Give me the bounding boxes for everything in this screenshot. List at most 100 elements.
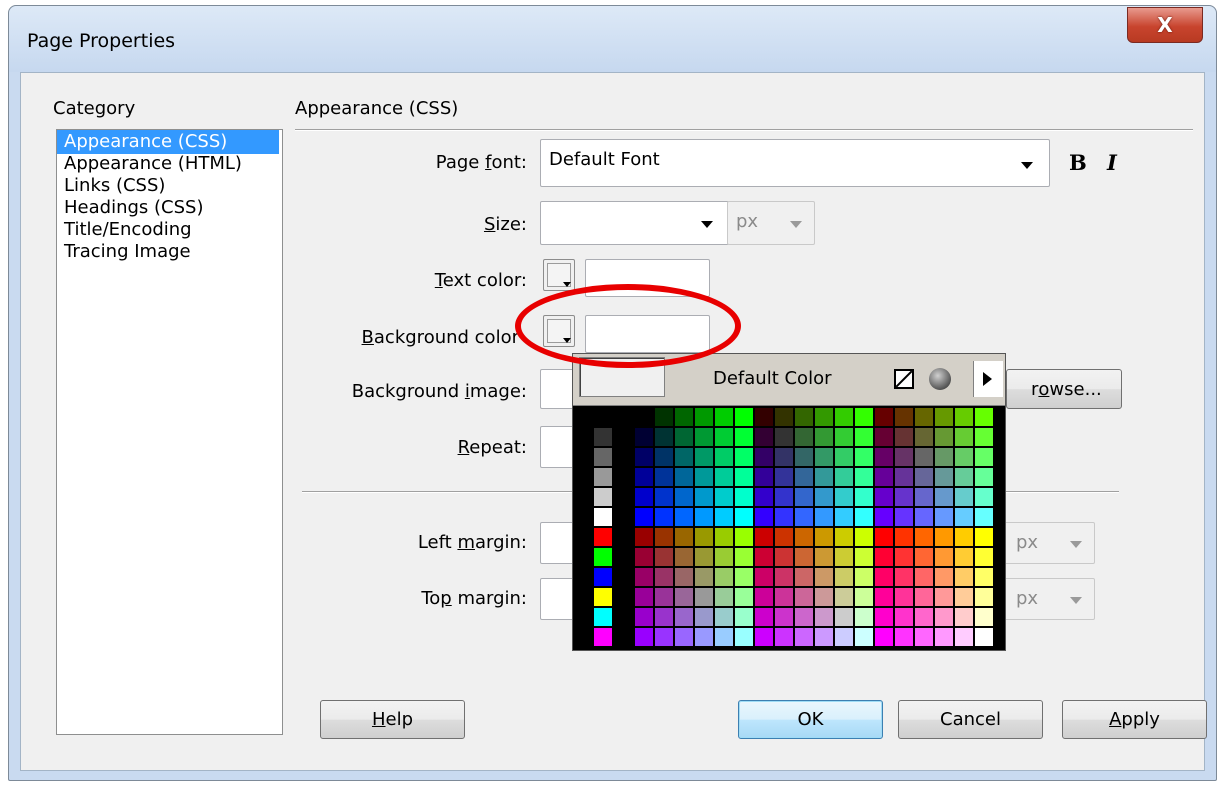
top-margin-unit-select[interactable]: px: [1003, 578, 1095, 620]
color-swatch[interactable]: [675, 548, 693, 566]
color-swatch[interactable]: [895, 428, 913, 446]
default-color-label[interactable]: Default Color: [713, 368, 832, 389]
color-swatch[interactable]: [675, 448, 693, 466]
color-swatch[interactable]: [835, 508, 853, 526]
color-swatch[interactable]: [775, 408, 793, 426]
color-swatch[interactable]: [835, 548, 853, 566]
color-swatch[interactable]: [735, 628, 753, 646]
color-swatch[interactable]: [715, 468, 733, 486]
color-swatch[interactable]: [895, 508, 913, 526]
color-swatch[interactable]: [775, 528, 793, 546]
color-swatch[interactable]: [935, 408, 953, 426]
close-button[interactable]: X: [1127, 7, 1203, 43]
color-swatch[interactable]: [735, 608, 753, 626]
color-swatch[interactable]: [875, 528, 893, 546]
color-swatch[interactable]: [775, 608, 793, 626]
color-swatch[interactable]: [835, 408, 853, 426]
ok-button[interactable]: OK: [738, 700, 883, 739]
color-swatch[interactable]: [695, 408, 713, 426]
color-swatch[interactable]: [795, 408, 813, 426]
color-swatch[interactable]: [655, 448, 673, 466]
color-swatch[interactable]: [975, 528, 993, 546]
color-swatch[interactable]: [735, 568, 753, 586]
color-swatch[interactable]: [855, 428, 873, 446]
color-swatch[interactable]: [715, 428, 733, 446]
color-swatch[interactable]: [875, 408, 893, 426]
color-swatch[interactable]: [635, 468, 653, 486]
color-swatch[interactable]: [915, 448, 933, 466]
color-swatch[interactable]: [975, 448, 993, 466]
color-swatch[interactable]: [895, 408, 913, 426]
color-swatch[interactable]: [735, 448, 753, 466]
color-swatch[interactable]: [715, 548, 733, 566]
palette-menu-button[interactable]: [973, 361, 1003, 397]
color-swatch[interactable]: [775, 428, 793, 446]
color-swatch[interactable]: [955, 428, 973, 446]
text-color-swatch[interactable]: [543, 259, 575, 291]
color-swatch[interactable]: [875, 588, 893, 606]
color-swatch[interactable]: [635, 628, 653, 646]
color-swatch[interactable]: [675, 608, 693, 626]
color-swatch[interactable]: [755, 608, 773, 626]
color-swatch[interactable]: [935, 448, 953, 466]
color-swatch[interactable]: [875, 468, 893, 486]
color-swatch[interactable]: [695, 588, 713, 606]
color-swatch[interactable]: [675, 568, 693, 586]
color-swatch[interactable]: [775, 508, 793, 526]
color-swatch[interactable]: [735, 508, 753, 526]
color-swatch[interactable]: [935, 468, 953, 486]
color-swatch[interactable]: [655, 468, 673, 486]
color-swatch[interactable]: [775, 628, 793, 646]
color-swatch[interactable]: [594, 428, 612, 446]
color-swatch[interactable]: [775, 448, 793, 466]
color-swatch[interactable]: [655, 428, 673, 446]
italic-button[interactable]: I: [1107, 150, 1117, 175]
bold-button[interactable]: B: [1069, 150, 1087, 175]
color-swatch[interactable]: [915, 488, 933, 506]
color-swatch[interactable]: [915, 608, 933, 626]
color-swatch[interactable]: [775, 488, 793, 506]
color-swatch[interactable]: [935, 428, 953, 446]
color-swatch[interactable]: [955, 408, 973, 426]
category-item-title-encoding[interactable]: Title/Encoding: [57, 218, 279, 242]
system-color-picker-icon[interactable]: [929, 368, 951, 390]
color-swatch[interactable]: [815, 508, 833, 526]
color-swatch[interactable]: [915, 628, 933, 646]
color-swatch[interactable]: [594, 408, 612, 426]
color-swatch[interactable]: [635, 448, 653, 466]
color-swatch[interactable]: [975, 568, 993, 586]
color-swatch[interactable]: [775, 548, 793, 566]
color-swatch[interactable]: [915, 528, 933, 546]
color-swatch[interactable]: [695, 468, 713, 486]
color-swatch[interactable]: [875, 488, 893, 506]
color-swatch[interactable]: [655, 528, 673, 546]
color-swatch[interactable]: [675, 428, 693, 446]
color-swatch[interactable]: [835, 468, 853, 486]
no-color-icon[interactable]: [894, 369, 914, 389]
color-swatch[interactable]: [895, 548, 913, 566]
color-swatch[interactable]: [695, 608, 713, 626]
color-swatch[interactable]: [935, 508, 953, 526]
color-swatch[interactable]: [815, 588, 833, 606]
color-swatch[interactable]: [655, 628, 673, 646]
color-swatch[interactable]: [855, 548, 873, 566]
color-swatch[interactable]: [835, 448, 853, 466]
color-swatch[interactable]: [735, 528, 753, 546]
color-swatch[interactable]: [594, 468, 612, 486]
color-swatch[interactable]: [935, 488, 953, 506]
cancel-button[interactable]: Cancel: [898, 700, 1043, 739]
color-swatch[interactable]: [735, 548, 753, 566]
color-swatch[interactable]: [695, 568, 713, 586]
color-swatch[interactable]: [975, 408, 993, 426]
color-swatch[interactable]: [855, 468, 873, 486]
color-swatch[interactable]: [795, 548, 813, 566]
color-swatch[interactable]: [875, 608, 893, 626]
color-swatch[interactable]: [635, 548, 653, 566]
color-swatch[interactable]: [735, 428, 753, 446]
color-swatch[interactable]: [975, 488, 993, 506]
color-swatch[interactable]: [675, 488, 693, 506]
color-swatch[interactable]: [715, 508, 733, 526]
color-swatch[interactable]: [855, 508, 873, 526]
color-swatch[interactable]: [955, 628, 973, 646]
color-swatch[interactable]: [955, 468, 973, 486]
